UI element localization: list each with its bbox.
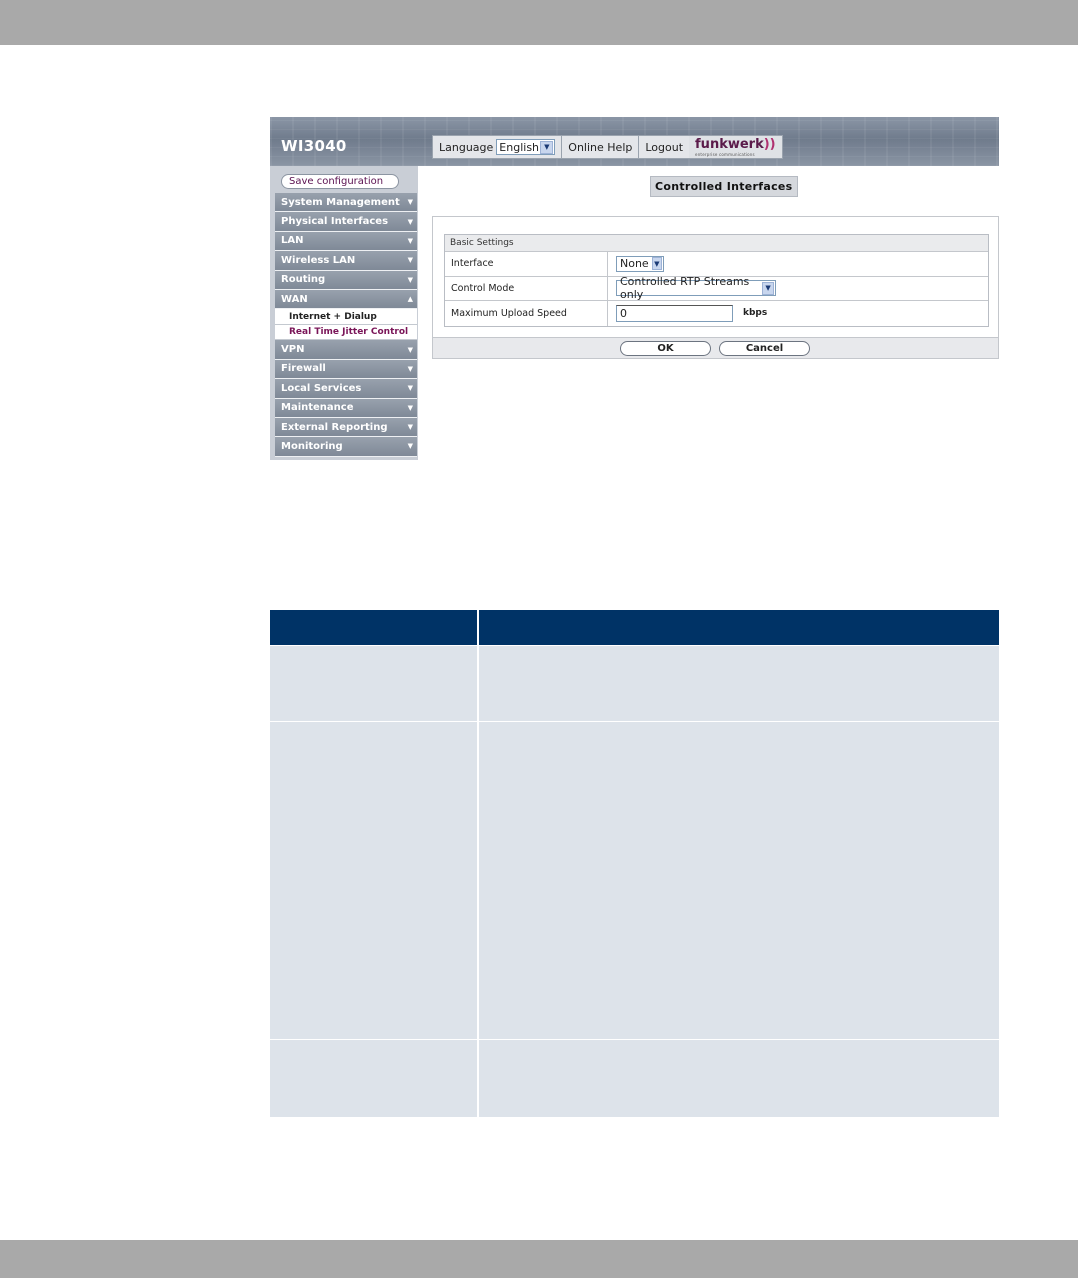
sidebar-item-firewall[interactable]: Firewall ▼ [275, 359, 417, 380]
sidebar-item-label: WAN [281, 293, 308, 305]
sidebar-item-monitoring[interactable]: Monitoring ▼ [275, 437, 417, 457]
field-description-table [270, 610, 999, 1117]
sidebar-item-vpn[interactable]: VPN ▼ [275, 340, 417, 360]
language-value: English [499, 140, 540, 154]
sidebar-item-label: Maintenance [281, 402, 354, 414]
chevron-down-icon: ▼ [407, 442, 413, 451]
device-name: WI3040 [281, 137, 347, 155]
language-select[interactable]: English ▼ [496, 139, 556, 155]
settings-panel: Basic Settings Interface None ▼ Control … [432, 216, 999, 359]
sidebar-item-maintenance[interactable]: Maintenance ▼ [275, 398, 417, 418]
sidebar-subitem-internet-dialup[interactable]: Internet + Dialup [275, 309, 417, 325]
chevron-down-icon: ▼ [407, 403, 413, 412]
chevron-down-icon: ▼ [407, 217, 413, 226]
chevron-down-icon: ▼ [407, 384, 413, 393]
chevron-down-icon[interactable]: ▼ [651, 257, 662, 271]
tab-controlled-interfaces[interactable]: Controlled Interfaces [650, 176, 798, 197]
sidebar-item-lan[interactable]: LAN ▼ [275, 231, 417, 252]
table-row [270, 644, 999, 721]
sidebar-item-label: Firewall [281, 363, 326, 375]
basic-settings-group: Basic Settings Interface None ▼ Control … [444, 234, 989, 327]
table-cell [270, 720, 479, 1039]
language-cell: Language English ▼ [432, 135, 562, 159]
sidebar-item-label: Monitoring [281, 440, 343, 452]
group-title: Basic Settings [445, 235, 988, 252]
table-header-cell [478, 610, 999, 645]
page-header-band [0, 0, 1078, 45]
ok-button[interactable]: OK [620, 341, 711, 356]
control-mode-select[interactable]: Controlled RTP Streams only ▼ [616, 275, 776, 301]
interface-row: Interface None ▼ [445, 252, 988, 277]
table-header-row [270, 610, 999, 645]
max-upload-unit: kbps [743, 308, 768, 319]
table-cell [270, 644, 479, 721]
sidebar-menu: System Management ▼ Physical Interfaces ▼ … [275, 193, 417, 457]
logo-tagline: enterprise communications [695, 152, 755, 157]
save-configuration-button[interactable]: Save configuration [281, 174, 399, 189]
chevron-down-icon: ▼ [407, 198, 413, 207]
chevron-down-icon: ▼ [407, 256, 413, 265]
max-upload-row: Maximum Upload Speed 0 kbps [445, 301, 988, 326]
chevron-down-icon: ▼ [407, 236, 413, 245]
interface-label: Interface [445, 252, 608, 276]
chevron-down-icon: ▼ [407, 364, 413, 373]
sidebar-item-physical-interfaces[interactable]: Physical Interfaces ▼ [275, 212, 417, 232]
sidebar-item-local-services[interactable]: Local Services ▼ [275, 379, 417, 399]
table-row [270, 1038, 999, 1117]
max-upload-input[interactable]: 0 [616, 304, 733, 322]
sidebar-item-wireless-lan[interactable]: Wireless LAN ▼ [275, 251, 417, 271]
logo-text: funkwerk [695, 137, 764, 152]
control-mode-row: Control Mode Controlled RTP Streams only… [445, 275, 988, 301]
sidebar-item-label: VPN [281, 344, 305, 356]
chevron-down-icon[interactable]: ▼ [540, 140, 554, 154]
sidebar-subitem-real-time-jitter-control[interactable]: Real Time Jitter Control [275, 324, 417, 341]
sidebar-item-label: System Management [281, 196, 400, 208]
sidebar: Save configuration System Management ▼ Ph… [270, 166, 418, 460]
table-cell [478, 720, 999, 1039]
table-cell [478, 644, 999, 721]
table-header-cell [270, 610, 479, 645]
logout-link[interactable]: Logout [638, 135, 690, 159]
app-header: WI3040 Language English ▼ Online Help Lo… [270, 117, 999, 166]
chevron-down-icon: ▼ [407, 423, 413, 432]
control-mode-value: Controlled RTP Streams only [620, 275, 750, 302]
sidebar-item-label: Physical Interfaces [281, 216, 389, 228]
online-help-link[interactable]: Online Help [561, 135, 639, 159]
sidebar-item-external-reporting[interactable]: External Reporting ▼ [275, 417, 417, 438]
chevron-down-icon: ▼ [407, 345, 413, 354]
sidebar-item-label: Routing [281, 274, 326, 286]
max-upload-label: Maximum Upload Speed [445, 301, 608, 326]
table-cell [270, 1038, 479, 1117]
button-bar: OK Cancel [433, 337, 998, 358]
top-toolbar: Language English ▼ Online Help Logout fu… [432, 135, 783, 159]
sidebar-item-label: LAN [281, 235, 304, 247]
chevron-up-icon: ▲ [407, 295, 413, 304]
cancel-button[interactable]: Cancel [719, 341, 810, 356]
chevron-down-icon[interactable]: ▼ [762, 281, 774, 295]
sidebar-item-wan[interactable]: WAN ▲ [275, 289, 417, 310]
sidebar-item-label: Wireless LAN [281, 254, 356, 266]
sidebar-item-label: External Reporting [281, 421, 388, 433]
sidebar-item-routing[interactable]: Routing ▼ [275, 270, 417, 290]
table-row [270, 720, 999, 1039]
gui-screenshot: WI3040 Language English ▼ Online Help Lo… [270, 117, 999, 460]
sidebar-item-label: Local Services [281, 382, 362, 394]
interface-select[interactable]: None ▼ [616, 255, 664, 272]
funkwerk-logo: funkwerk)) enterprise communications [689, 135, 783, 159]
control-mode-label: Control Mode [445, 276, 608, 300]
language-label: Language [439, 140, 494, 154]
table-cell [478, 1038, 999, 1117]
chevron-down-icon: ▼ [407, 275, 413, 284]
interface-value: None [620, 257, 649, 271]
waves-icon: )) [763, 137, 776, 152]
page-footer-band [0, 1240, 1078, 1278]
sidebar-item-system-management[interactable]: System Management ▼ [275, 193, 417, 213]
